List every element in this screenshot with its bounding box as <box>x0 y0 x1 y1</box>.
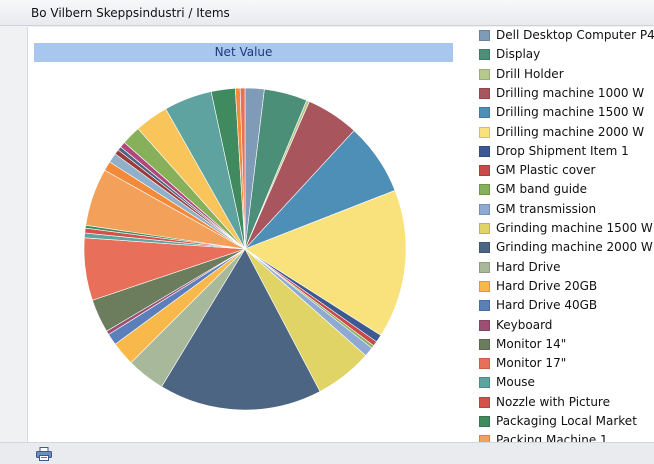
legend-swatch <box>479 242 490 254</box>
legend-label: Mouse <box>496 375 535 390</box>
legend-item[interactable]: Keyboard <box>479 317 654 336</box>
legend-item[interactable]: Packaging Local Market <box>479 413 654 432</box>
bottom-toolbar <box>0 442 654 464</box>
legend-item[interactable]: GM band guide <box>479 181 654 200</box>
legend-swatch <box>479 435 490 442</box>
legend-label: Drilling machine 1000 W <box>496 85 645 100</box>
legend-label: Hard Drive <box>496 259 561 274</box>
legend-swatch <box>479 145 490 157</box>
legend-item[interactable]: Monitor 14" <box>479 336 654 355</box>
legend-label: Packaging Local Market <box>496 414 637 428</box>
legend-swatch <box>479 165 490 177</box>
legend-swatch <box>479 300 490 312</box>
legend-label: Hard Drive 40GB <box>496 298 598 313</box>
legend-swatch <box>479 49 490 61</box>
legend-item[interactable]: GM Plastic cover <box>479 162 654 181</box>
legend-label: Drill Holder <box>496 66 564 81</box>
legend-swatch <box>479 203 490 215</box>
legend-item[interactable]: Grinding machine 2000 W <box>479 239 654 258</box>
legend-label: Grinding machine 2000 W <box>496 240 653 255</box>
legend-label: Keyboard <box>496 317 553 332</box>
legend-swatch <box>479 280 490 292</box>
legend-item[interactable]: Dell Desktop Computer P4 <box>479 27 654 46</box>
legend-label: Dell Desktop Computer P4 <box>496 28 654 42</box>
legend-swatch <box>479 68 490 80</box>
window-title: Bo Vilbern Skeppsindustri / Items <box>31 6 230 20</box>
chart-panel: Net Value Dell Desktop Computer P4 Displa… <box>27 27 654 442</box>
legend-item[interactable]: Packing Machine 1 <box>479 432 654 442</box>
legend-label: Packing Machine 1 <box>496 433 608 442</box>
legend-item[interactable]: Drilling machine 2000 W <box>479 124 654 143</box>
legend-swatch <box>479 319 490 331</box>
legend-item[interactable]: Drilling machine 1500 W <box>479 104 654 123</box>
printer-icon[interactable] <box>36 447 52 461</box>
legend-label: Monitor 14" <box>496 336 567 351</box>
legend-label: GM transmission <box>496 201 597 216</box>
legend-item[interactable]: Nozzle with Picture <box>479 394 654 413</box>
legend-label: Display <box>496 47 541 62</box>
legend-swatch <box>479 377 490 389</box>
legend-label: Drop Shipment Item 1 <box>496 143 629 158</box>
legend-swatch <box>479 126 490 138</box>
legend-swatch <box>479 396 490 408</box>
legend-item[interactable]: Hard Drive <box>479 259 654 278</box>
legend-swatch <box>479 184 490 196</box>
pie-chart <box>83 87 407 411</box>
legend-label: Hard Drive 20GB <box>496 278 598 293</box>
legend-label: Monitor 17" <box>496 356 567 371</box>
legend-item[interactable]: Drop Shipment Item 1 <box>479 143 654 162</box>
legend-swatch <box>479 416 490 427</box>
legend-label: Drilling machine 1500 W <box>496 105 645 120</box>
legend-item[interactable]: Hard Drive 40GB <box>479 297 654 316</box>
chart-legend: Dell Desktop Computer P4 Display Drill Hol… <box>479 27 654 442</box>
legend-item[interactable]: GM transmission <box>479 201 654 220</box>
legend-label: GM Plastic cover <box>496 163 596 178</box>
legend-item[interactable]: Mouse <box>479 374 654 393</box>
legend-item[interactable]: Hard Drive 20GB <box>479 278 654 297</box>
legend-swatch <box>479 30 490 41</box>
legend-swatch <box>479 261 490 273</box>
legend-label: GM band guide <box>496 182 588 197</box>
report-window: Bo Vilbern Skeppsindustri / Items Net Va… <box>0 0 654 464</box>
legend-swatch <box>479 107 490 119</box>
legend-label: Drilling machine 2000 W <box>496 124 645 139</box>
legend-item[interactable]: Drill Holder <box>479 66 654 85</box>
legend-item[interactable]: Drilling machine 1000 W <box>479 85 654 104</box>
legend-swatch <box>479 338 490 350</box>
legend-swatch <box>479 87 490 99</box>
legend-item[interactable]: Display <box>479 46 654 65</box>
legend-label: Grinding machine 1500 W <box>496 221 653 235</box>
legend-item[interactable]: Monitor 17" <box>479 355 654 374</box>
legend-swatch <box>479 223 490 234</box>
legend-swatch <box>479 358 490 370</box>
legend-label: Nozzle with Picture <box>496 394 610 409</box>
legend-item[interactable]: Grinding machine 1500 W <box>479 220 654 239</box>
title-bar: Bo Vilbern Skeppsindustri / Items <box>0 0 654 26</box>
